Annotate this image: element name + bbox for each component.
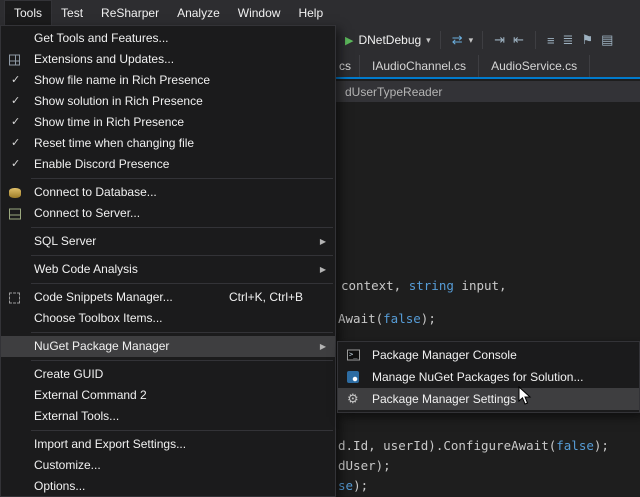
menu-item-show-time[interactable]: ✓Show time in Rich Presence — [1, 112, 335, 133]
code-line: context, string input, — [341, 278, 507, 293]
check-icon: ✓ — [11, 133, 20, 154]
menu-item-web-code-analysis[interactable]: Web Code Analysis▶ — [1, 259, 335, 280]
tab-file[interactable]: cs — [337, 55, 360, 77]
submenu-item-package-manager-settings[interactable]: ⚙Package Manager Settings — [338, 388, 639, 410]
code-line: dUser); — [338, 458, 391, 473]
menu-item-show-solution[interactable]: ✓Show solution in Rich Presence — [1, 91, 335, 112]
toolbar-separator — [535, 31, 536, 49]
menu-help[interactable]: Help — [289, 0, 332, 25]
menu-item-code-snippets-manager[interactable]: Code Snippets Manager...Ctrl+K, Ctrl+B — [1, 287, 335, 308]
database-icon — [9, 188, 21, 198]
menu-separator — [31, 360, 333, 361]
nuget-package-icon — [347, 371, 359, 383]
snippet-icon — [9, 292, 20, 303]
submenu-arrow-icon: ▶ — [320, 336, 326, 357]
gear-icon: ⚙ — [347, 388, 359, 410]
navigate-icon[interactable]: ⇄ — [452, 32, 463, 48]
breadcrumb[interactable]: dUserTypeReader — [345, 85, 442, 99]
tools-menu-popup: Get Tools and Features... Extensions and… — [0, 25, 336, 497]
menu-item-external-tools[interactable]: External Tools... — [1, 406, 335, 427]
menu-window[interactable]: Window — [229, 0, 290, 25]
menu-item-customize[interactable]: Customize... — [1, 455, 335, 476]
mouse-cursor — [518, 386, 532, 406]
menu-separator — [31, 430, 333, 431]
toolbar-separator — [440, 31, 441, 49]
grid-icon[interactable]: ▤ — [601, 32, 613, 48]
menu-item-import-export-settings[interactable]: Import and Export Settings... — [1, 434, 335, 455]
check-icon: ✓ — [11, 70, 20, 91]
menu-item-sql-server[interactable]: SQL Server▶ — [1, 231, 335, 252]
tab-iaudiochannel[interactable]: IAudioChannel.cs — [360, 55, 479, 77]
menu-item-nuget-package-manager[interactable]: NuGet Package Manager▶ — [1, 336, 335, 357]
menu-separator — [31, 255, 333, 256]
console-icon: >_ — [347, 350, 360, 361]
debug-target-label[interactable]: DNetDebug — [358, 33, 421, 47]
chevron-down-icon[interactable]: ▾ — [426, 35, 431, 46]
menu-item-extensions-and-updates[interactable]: Extensions and Updates... — [1, 49, 335, 70]
menu-item-connect-to-database[interactable]: Connect to Database... — [1, 182, 335, 203]
check-icon: ✓ — [11, 154, 20, 175]
list-icon[interactable]: ≣ — [563, 32, 574, 48]
menu-item-show-file-name[interactable]: ✓Show file name in Rich Presence — [1, 70, 335, 91]
code-line: d.Id, userId).ConfigureAwait(false); — [338, 438, 609, 453]
toolbar-separator — [482, 31, 483, 49]
menu-separator — [31, 283, 333, 284]
bookmark-icon[interactable]: ⚑ — [581, 32, 593, 48]
check-icon: ✓ — [11, 112, 20, 133]
outdent-icon[interactable]: ⇤ — [513, 32, 524, 48]
start-debug-icon[interactable]: ▶ — [345, 34, 353, 47]
tab-audioservice[interactable]: AudioService.cs — [479, 55, 590, 77]
server-icon — [9, 208, 21, 219]
menu-bar: Tools Test ReSharper Analyze Window Help — [0, 0, 640, 25]
nuget-submenu-popup: >_Package Manager Console Manage NuGet P… — [337, 341, 640, 413]
menu-item-external-command-2[interactable]: External Command 2 — [1, 385, 335, 406]
menu-item-get-tools-and-features[interactable]: Get Tools and Features... — [1, 28, 335, 49]
menu-separator — [31, 332, 333, 333]
submenu-arrow-icon: ▶ — [320, 231, 326, 252]
sort-lines-icon[interactable]: ≡ — [547, 33, 555, 48]
chevron-down-icon[interactable]: ▾ — [469, 35, 474, 46]
menu-item-choose-toolbox-items[interactable]: Choose Toolbox Items... — [1, 308, 335, 329]
submenu-arrow-icon: ▶ — [320, 259, 326, 280]
menu-item-options[interactable]: Options... — [1, 476, 335, 497]
menu-analyze[interactable]: Analyze — [168, 0, 229, 25]
tab-label: cs — [339, 59, 351, 73]
menu-item-enable-discord-presence[interactable]: ✓Enable Discord Presence — [1, 154, 335, 175]
check-icon: ✓ — [11, 91, 20, 112]
tab-label: AudioService.cs — [491, 59, 577, 73]
menu-separator — [31, 178, 333, 179]
menu-test[interactable]: Test — [52, 0, 92, 25]
visual-studio-window: Tools Test ReSharper Analyze Window Help… — [0, 0, 640, 497]
code-line: se); — [338, 478, 368, 493]
menu-resharper[interactable]: ReSharper — [92, 0, 168, 25]
code-line: Await(false); — [338, 311, 436, 326]
submenu-item-package-manager-console[interactable]: >_Package Manager Console — [338, 344, 639, 366]
extensions-icon — [9, 54, 20, 65]
shortcut-label: Ctrl+K, Ctrl+B — [229, 287, 303, 308]
menu-tools[interactable]: Tools — [4, 0, 52, 25]
menu-item-connect-to-server[interactable]: Connect to Server... — [1, 203, 335, 224]
menu-separator — [31, 227, 333, 228]
menu-item-create-guid[interactable]: Create GUID — [1, 364, 335, 385]
submenu-item-manage-nuget-packages[interactable]: Manage NuGet Packages for Solution... — [338, 366, 639, 388]
tab-label: IAudioChannel.cs — [372, 59, 466, 73]
indent-icon[interactable]: ⇥ — [494, 32, 505, 48]
menu-item-reset-time[interactable]: ✓Reset time when changing file — [1, 133, 335, 154]
